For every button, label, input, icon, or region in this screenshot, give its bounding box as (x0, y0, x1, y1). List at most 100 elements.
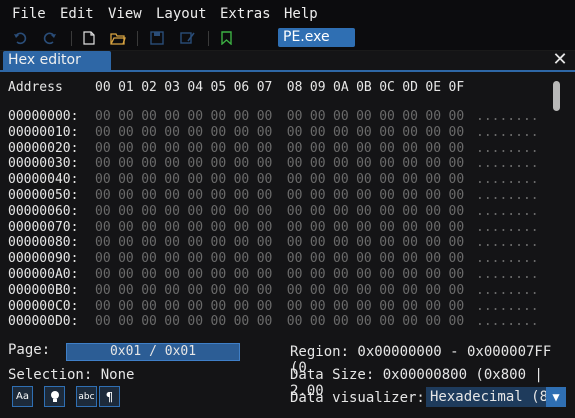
byte-cell[interactable]: 00 (425, 204, 441, 219)
byte-cell[interactable]: 00 (333, 125, 349, 140)
byte-cell[interactable]: 00 (141, 109, 157, 124)
byte-cell[interactable]: 00 (449, 235, 465, 250)
byte-cell[interactable]: 00 (164, 314, 180, 329)
byte-cell[interactable]: 00 (234, 109, 250, 124)
byte-cell[interactable]: 00 (187, 156, 203, 171)
byte-cell[interactable]: 00 (356, 251, 372, 266)
byte-cell[interactable]: 00 (95, 204, 111, 219)
byte-cell[interactable]: 00 (211, 267, 227, 282)
byte-cell[interactable]: 00 (356, 188, 372, 203)
byte-cell[interactable]: 00 (333, 188, 349, 203)
byte-cell[interactable]: 00 (287, 125, 303, 140)
byte-cell[interactable]: 00 (356, 220, 372, 235)
byte-cell[interactable]: 00 (257, 267, 273, 282)
byte-cell[interactable]: 00 (234, 156, 250, 171)
byte-cell[interactable]: 00 (257, 235, 273, 250)
byte-cell[interactable]: 00 (379, 109, 395, 124)
byte-cell[interactable]: 00 (164, 283, 180, 298)
byte-cell[interactable]: 00 (449, 156, 465, 171)
byte-cell[interactable]: 00 (118, 125, 134, 140)
byte-cell[interactable]: 00 (333, 267, 349, 282)
byte-cell[interactable]: 00 (425, 267, 441, 282)
byte-cell[interactable]: 00 (402, 314, 418, 329)
byte-cell[interactable]: 00 (141, 314, 157, 329)
ascii-cell[interactable]: ........ (476, 204, 539, 219)
byte-cell[interactable]: 00 (234, 188, 250, 203)
byte-cell[interactable]: 00 (257, 156, 273, 171)
menu-view[interactable]: View (108, 6, 142, 22)
byte-cell[interactable]: 00 (118, 283, 134, 298)
byte-cell[interactable]: 00 (425, 283, 441, 298)
byte-cell[interactable]: 00 (187, 220, 203, 235)
byte-cell[interactable]: 00 (379, 299, 395, 314)
byte-cell[interactable]: 00 (95, 235, 111, 250)
byte-cell[interactable]: 00 (310, 156, 326, 171)
ascii-cell[interactable]: ........ (476, 235, 539, 250)
byte-cell[interactable]: 00 (310, 220, 326, 235)
byte-cell[interactable]: 00 (164, 267, 180, 282)
byte-cell[interactable]: 00 (425, 314, 441, 329)
ascii-cell[interactable]: ........ (476, 220, 539, 235)
byte-cell[interactable]: 00 (333, 314, 349, 329)
byte-cell[interactable]: 00 (118, 109, 134, 124)
byte-cell[interactable]: 00 (118, 251, 134, 266)
byte-cell[interactable]: 00 (402, 188, 418, 203)
byte-cell[interactable]: 00 (333, 251, 349, 266)
byte-cell[interactable]: 00 (187, 299, 203, 314)
byte-cell[interactable]: 00 (449, 125, 465, 140)
byte-cell[interactable]: 00 (402, 283, 418, 298)
ascii-cell[interactable]: ........ (476, 125, 539, 140)
menu-edit[interactable]: Edit (60, 6, 94, 22)
byte-cell[interactable]: 00 (234, 172, 250, 187)
byte-cell[interactable]: 00 (141, 283, 157, 298)
byte-cell[interactable]: 00 (257, 299, 273, 314)
byte-cell[interactable]: 00 (287, 283, 303, 298)
byte-cell[interactable]: 00 (310, 314, 326, 329)
byte-cell[interactable]: 00 (257, 314, 273, 329)
byte-cell[interactable]: 00 (234, 251, 250, 266)
byte-cell[interactable]: 00 (402, 141, 418, 156)
ascii-cell[interactable]: ........ (476, 156, 539, 171)
byte-cell[interactable]: 00 (333, 235, 349, 250)
byte-cell[interactable]: 00 (287, 251, 303, 266)
menu-extras[interactable]: Extras (220, 6, 271, 22)
byte-cell[interactable]: 00 (257, 109, 273, 124)
byte-cell[interactable]: 00 (211, 299, 227, 314)
byte-cell[interactable]: 00 (257, 172, 273, 187)
byte-cell[interactable]: 00 (164, 109, 180, 124)
menu-layout[interactable]: Layout (156, 6, 207, 22)
chevron-down-icon[interactable]: ▼ (546, 387, 566, 407)
byte-cell[interactable]: 00 (310, 283, 326, 298)
byte-cell[interactable]: 00 (164, 220, 180, 235)
byte-cell[interactable]: 00 (287, 235, 303, 250)
byte-cell[interactable]: 00 (310, 251, 326, 266)
byte-cell[interactable]: 00 (287, 267, 303, 282)
byte-cell[interactable]: 00 (95, 188, 111, 203)
menu-help[interactable]: Help (284, 6, 318, 22)
byte-cell[interactable]: 00 (402, 220, 418, 235)
byte-cell[interactable]: 00 (187, 283, 203, 298)
byte-cell[interactable]: 00 (118, 235, 134, 250)
byte-cell[interactable]: 00 (379, 267, 395, 282)
ascii-toggle-button[interactable]: abc (76, 386, 97, 407)
byte-cell[interactable]: 00 (402, 204, 418, 219)
byte-cell[interactable]: 00 (333, 204, 349, 219)
byte-cell[interactable]: 00 (234, 283, 250, 298)
byte-cell[interactable]: 00 (118, 267, 134, 282)
byte-cell[interactable]: 00 (164, 235, 180, 250)
ascii-cell[interactable]: ........ (476, 299, 539, 314)
byte-cell[interactable]: 00 (257, 283, 273, 298)
byte-cell[interactable]: 00 (95, 141, 111, 156)
tab-pe-exe[interactable]: PE.exe (278, 28, 355, 47)
byte-cell[interactable]: 00 (187, 125, 203, 140)
byte-cell[interactable]: 00 (257, 188, 273, 203)
byte-cell[interactable]: 00 (356, 204, 372, 219)
byte-cell[interactable]: 00 (118, 299, 134, 314)
byte-cell[interactable]: 00 (164, 141, 180, 156)
byte-cell[interactable]: 00 (141, 125, 157, 140)
byte-cell[interactable]: 00 (402, 125, 418, 140)
byte-cell[interactable]: 00 (118, 156, 134, 171)
byte-cell[interactable]: 00 (141, 267, 157, 282)
byte-cell[interactable]: 00 (211, 125, 227, 140)
byte-cell[interactable]: 00 (164, 172, 180, 187)
